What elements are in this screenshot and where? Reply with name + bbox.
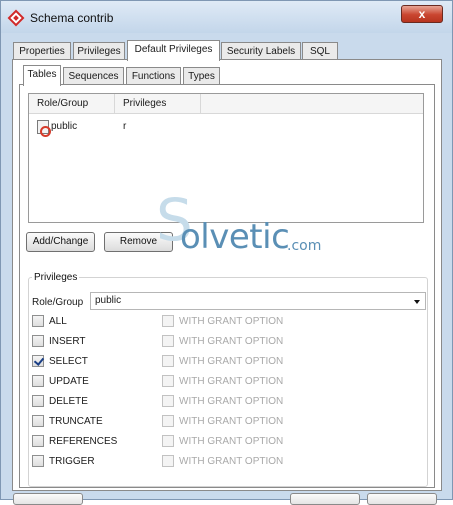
truncate-grant-checkbox[interactable]	[162, 415, 174, 427]
references-grant-label: WITH GRANT OPTION	[179, 436, 284, 447]
privilege-row-all: ALL WITH GRANT OPTION	[20, 313, 420, 331]
all-label[interactable]: ALL	[49, 315, 67, 328]
trigger-grant-checkbox[interactable]	[162, 455, 174, 467]
trigger-label[interactable]: TRIGGER	[49, 455, 95, 468]
list-item[interactable]: public r	[29, 119, 423, 137]
insert-checkbox[interactable]	[32, 335, 44, 347]
privilege-row-delete: DELETE WITH GRANT OPTION	[20, 393, 420, 411]
all-grant-label: WITH GRANT OPTION	[179, 316, 284, 327]
update-grant-checkbox[interactable]	[162, 375, 174, 387]
window-title: Schema contrib	[30, 11, 114, 25]
list-header: Role/Group Privileges	[29, 94, 423, 114]
column-header-role-group[interactable]: Role/Group	[29, 94, 115, 114]
ok-button[interactable]	[290, 493, 360, 505]
schema-dialog: Schema contrib x Properties Privileges D…	[0, 0, 453, 505]
delete-checkbox[interactable]	[32, 395, 44, 407]
role-group-value: public	[95, 295, 122, 306]
list-item-privileges: r	[123, 121, 127, 132]
select-checkbox[interactable]	[32, 355, 44, 367]
insert-grant-label: WITH GRANT OPTION	[179, 336, 284, 347]
privilege-row-truncate: TRUNCATE WITH GRANT OPTION	[20, 413, 420, 431]
watermark-suffix: .com	[287, 238, 322, 254]
truncate-checkbox[interactable]	[32, 415, 44, 427]
tables-panel: Role/Group Privileges public r Add/Chang…	[19, 84, 435, 488]
app-logo-icon	[7, 9, 25, 27]
watermark-text: olvetic	[180, 217, 290, 257]
references-checkbox[interactable]	[32, 435, 44, 447]
trigger-checkbox[interactable]	[32, 455, 44, 467]
delete-grant-label: WITH GRANT OPTION	[179, 396, 284, 407]
insert-grant-checkbox[interactable]	[162, 335, 174, 347]
help-button[interactable]	[13, 493, 83, 505]
update-grant-label: WITH GRANT OPTION	[179, 376, 284, 387]
references-label[interactable]: REFERENCES	[49, 435, 117, 448]
close-button[interactable]: x	[401, 5, 443, 23]
select-grant-label: WITH GRANT OPTION	[179, 356, 284, 367]
all-grant-checkbox[interactable]	[162, 315, 174, 327]
column-header-privileges[interactable]: Privileges	[115, 94, 201, 114]
outer-tab-bar: Properties Privileges Default Privileges…	[13, 40, 343, 61]
privilege-row-trigger: TRIGGER WITH GRANT OPTION	[20, 453, 420, 471]
tab-tables[interactable]: Tables	[23, 65, 61, 86]
delete-grant-checkbox[interactable]	[162, 395, 174, 407]
list-item-role: public	[51, 121, 78, 132]
add-change-button[interactable]: Add/Change	[26, 232, 95, 252]
update-label[interactable]: UPDATE	[49, 375, 89, 388]
select-grant-checkbox[interactable]	[162, 355, 174, 367]
watermark: S olvetic .com	[156, 191, 356, 276]
truncate-grant-label: WITH GRANT OPTION	[179, 416, 284, 427]
insert-label[interactable]: INSERT	[49, 335, 86, 348]
title-bar[interactable]: Schema contrib x	[1, 1, 452, 33]
tab-default-privileges[interactable]: Default Privileges	[127, 40, 220, 61]
chevron-down-icon[interactable]	[414, 300, 420, 304]
privileges-group-label: Privileges	[32, 272, 80, 283]
all-checkbox[interactable]	[32, 315, 44, 327]
inner-tab-bar: Tables Sequences Functions Types	[23, 65, 233, 86]
privilege-row-references: REFERENCES WITH GRANT OPTION	[20, 433, 420, 451]
select-label[interactable]: SELECT	[49, 355, 88, 368]
group-role-icon	[37, 120, 51, 137]
delete-label[interactable]: DELETE	[49, 395, 88, 408]
role-group-select[interactable]: public	[90, 292, 426, 310]
truncate-label[interactable]: TRUNCATE	[49, 415, 103, 428]
trigger-grant-label: WITH GRANT OPTION	[179, 456, 284, 467]
privilege-row-insert: INSERT WITH GRANT OPTION	[20, 333, 420, 351]
privilege-row-update: UPDATE WITH GRANT OPTION	[20, 373, 420, 391]
privilege-row-select: SELECT WITH GRANT OPTION	[20, 353, 420, 371]
update-checkbox[interactable]	[32, 375, 44, 387]
references-grant-checkbox[interactable]	[162, 435, 174, 447]
role-group-label: Role/Group	[32, 297, 84, 308]
cancel-button[interactable]	[367, 493, 437, 505]
